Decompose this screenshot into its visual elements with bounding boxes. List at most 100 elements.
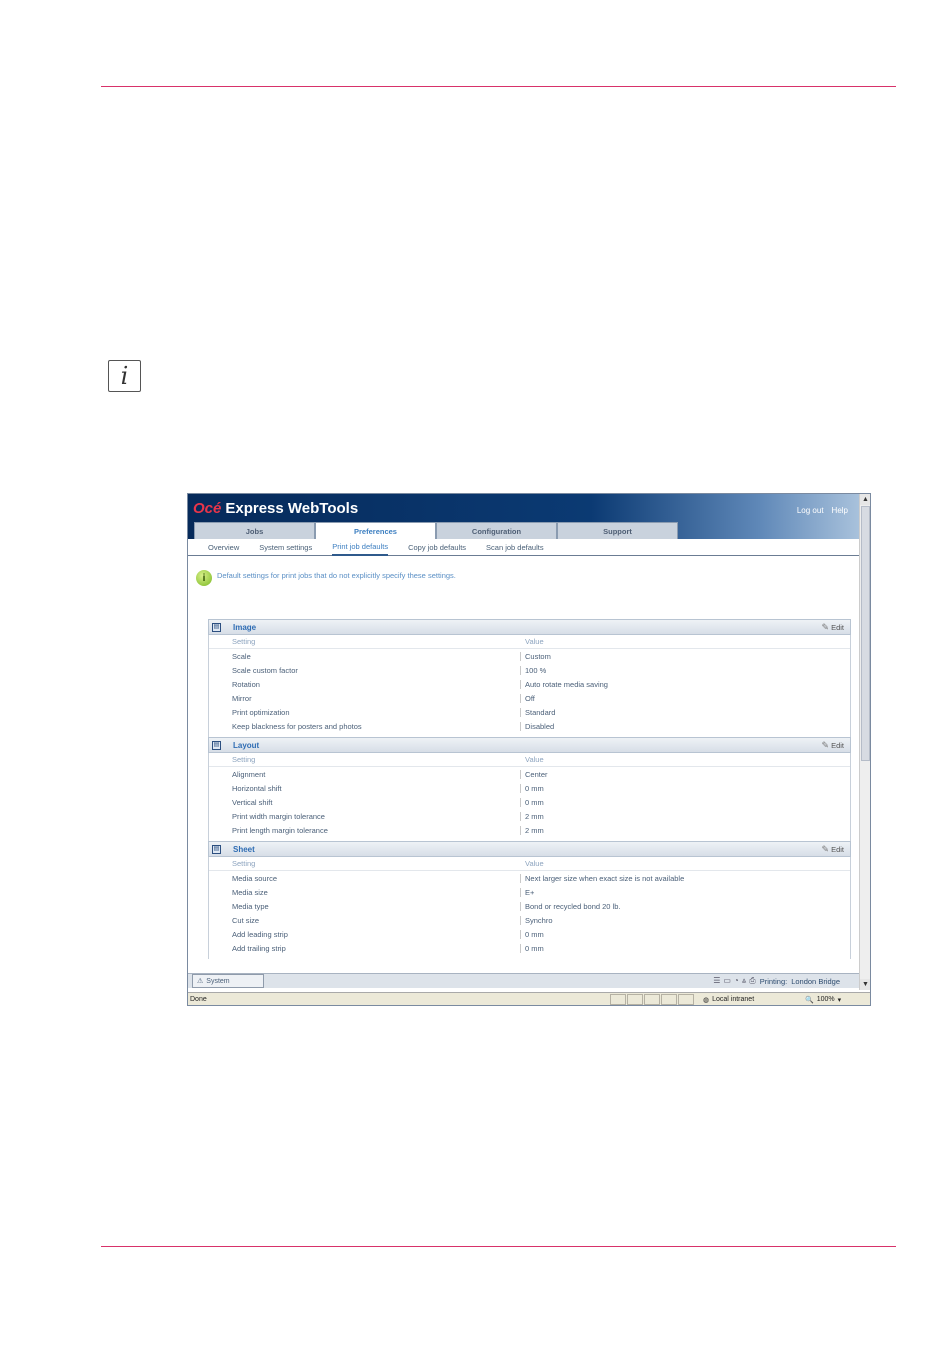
setting-name: Add trailing strip bbox=[232, 943, 286, 953]
edit-label: Edit bbox=[831, 741, 844, 750]
setting-row: Cut size Synchro bbox=[209, 913, 850, 927]
section-header-sheet: ▤ Sheet ✎ Edit bbox=[208, 841, 851, 857]
setting-value: Synchro bbox=[520, 915, 553, 925]
bottom-rule bbox=[101, 1246, 896, 1247]
setting-value: 0 mm bbox=[520, 783, 544, 793]
setting-name: Add leading strip bbox=[232, 929, 288, 939]
edit-button[interactable]: ✎ Edit bbox=[822, 740, 844, 751]
setting-value: E+ bbox=[520, 887, 534, 897]
section-icon: ▤ bbox=[212, 622, 221, 632]
setting-row: Media size E+ bbox=[209, 885, 850, 899]
setting-value: 100 % bbox=[520, 665, 546, 675]
pencil-icon: ✎ bbox=[821, 622, 830, 632]
status-cell bbox=[661, 994, 677, 1005]
status-cell bbox=[627, 994, 643, 1005]
tab-preferences[interactable]: Preferences bbox=[315, 522, 436, 539]
pencil-icon: ✎ bbox=[821, 740, 830, 750]
main-tabs: Jobs Preferences Configuration Support bbox=[194, 522, 678, 539]
logout-link[interactable]: Log out bbox=[797, 506, 824, 515]
setting-name: Print optimization bbox=[232, 707, 290, 717]
setting-name: Print length margin tolerance bbox=[232, 825, 328, 835]
value-column-header: Value bbox=[525, 859, 544, 868]
setting-column-header: Setting bbox=[232, 755, 256, 764]
setting-row: Vertical shift 0 mm bbox=[209, 795, 850, 809]
document-page: i Océ Express WebTools Log out Help Jobs … bbox=[0, 0, 952, 1361]
database-icon: ☰ bbox=[713, 976, 721, 985]
section-body: Setting Value Media source Next larger size… bbox=[208, 857, 851, 959]
setting-row: Print width margin tolerance 2 mm bbox=[209, 809, 850, 823]
scroll-thumb[interactable] bbox=[861, 506, 870, 761]
setting-row: Keep blackness for posters and photos Dis… bbox=[209, 719, 850, 733]
setting-value: 2 mm bbox=[520, 811, 544, 821]
app-title: Express WebTools bbox=[225, 500, 359, 517]
setting-name: Vertical shift bbox=[232, 797, 273, 807]
system-tab[interactable]: ⚠ System bbox=[192, 974, 264, 988]
value-column-header: Value bbox=[525, 637, 544, 646]
note-icon: i bbox=[108, 360, 141, 392]
status-cell bbox=[644, 994, 660, 1005]
webtools-window: Océ Express WebTools Log out Help Jobs Pr… bbox=[187, 493, 871, 1006]
setting-value: 0 mm bbox=[520, 943, 544, 953]
setting-name: Alignment bbox=[232, 769, 266, 779]
setting-name: Rotation bbox=[232, 679, 260, 689]
tray-icon: ▭ bbox=[723, 976, 731, 985]
subnav-scan-job-defaults[interactable]: Scan job defaults bbox=[486, 540, 544, 555]
scroll-down-icon[interactable]: ▼ bbox=[860, 979, 870, 990]
subnav-overview[interactable]: Overview bbox=[208, 540, 239, 555]
printing-status: ☰ ▭ ◔ ⩓ ⎙ Printing: London Bridge bbox=[713, 976, 840, 986]
section-header-layout: ▤ Layout ✎ Edit bbox=[208, 737, 851, 753]
setting-row: Rotation Auto rotate media saving bbox=[209, 677, 850, 691]
setting-value: Auto rotate media saving bbox=[520, 679, 608, 689]
setting-value: Disabled bbox=[520, 721, 554, 731]
info-message: i Default settings for print jobs that d… bbox=[196, 570, 456, 586]
status-bar: ⚠ System ☰ ▭ ◔ ⩓ ⎙ Printing: London Bridg… bbox=[188, 973, 860, 988]
zoom-level: 100% bbox=[816, 996, 835, 1003]
column-header-row: Setting Value bbox=[209, 635, 850, 649]
app-logo: Océ Express WebTools bbox=[193, 500, 358, 517]
zoom-control[interactable]: 🔍 100% ▾ bbox=[805, 996, 841, 1004]
warning-icon: ⚠ bbox=[197, 978, 204, 985]
help-link[interactable]: Help bbox=[832, 506, 848, 515]
system-tab-label: System bbox=[206, 977, 230, 985]
top-links: Log out Help bbox=[797, 506, 848, 515]
status-icons: ☰ ▭ ◔ ⩓ ⎙ bbox=[713, 976, 756, 986]
edit-button[interactable]: ✎ Edit bbox=[822, 844, 844, 855]
setting-value: Off bbox=[520, 693, 535, 703]
setting-name: Mirror bbox=[232, 693, 252, 703]
setting-name: Print width margin tolerance bbox=[232, 811, 325, 821]
tab-configuration[interactable]: Configuration bbox=[436, 522, 557, 539]
zoom-icon: 🔍 bbox=[805, 996, 814, 1004]
setting-value: Custom bbox=[520, 651, 551, 661]
section-icon: ▤ bbox=[212, 844, 221, 854]
app-banner: Océ Express WebTools Log out Help Jobs Pr… bbox=[188, 494, 860, 539]
setting-name: Media size bbox=[232, 887, 268, 897]
setting-row: Media type Bond or recycled bond 20 lb. bbox=[209, 899, 850, 913]
setting-row: Add trailing strip 0 mm bbox=[209, 941, 850, 955]
section-body: Setting Value Scale Custom Scale custom fact… bbox=[208, 635, 851, 737]
section-header-image: ▤ Image ✎ Edit bbox=[208, 619, 851, 635]
tab-jobs[interactable]: Jobs bbox=[194, 522, 315, 539]
globe-icon: ◍ bbox=[703, 996, 710, 1004]
info-text: Default settings for print jobs that do … bbox=[217, 571, 456, 580]
section-title: Image bbox=[233, 622, 257, 632]
tab-support[interactable]: Support bbox=[557, 522, 678, 539]
setting-value: Center bbox=[520, 769, 548, 779]
subnav-print-job-defaults[interactable]: Print job defaults bbox=[332, 539, 389, 556]
value-column-header: Value bbox=[525, 755, 544, 764]
vertical-scrollbar[interactable]: ▲ ▼ bbox=[859, 494, 870, 990]
column-header-row: Setting Value bbox=[209, 753, 850, 767]
browser-done-text: Done bbox=[190, 996, 207, 1003]
brand-name: Océ bbox=[193, 500, 222, 517]
setting-value: Bond or recycled bond 20 lb. bbox=[520, 901, 620, 911]
subnav-copy-job-defaults[interactable]: Copy job defaults bbox=[408, 540, 466, 555]
setting-name: Keep blackness for posters and photos bbox=[232, 721, 362, 731]
edit-button[interactable]: ✎ Edit bbox=[822, 622, 844, 633]
settings-sections: ▤ Image ✎ Edit Setting Value Scale Custom Scale … bbox=[208, 619, 851, 959]
setting-row: Scale Custom bbox=[209, 649, 850, 663]
scroll-up-icon[interactable]: ▲ bbox=[860, 494, 870, 505]
setting-name: Media source bbox=[232, 873, 278, 883]
sub-navigation: Overview System settings Print job defau… bbox=[188, 539, 860, 556]
subnav-system-settings[interactable]: System settings bbox=[259, 540, 312, 555]
edit-label: Edit bbox=[831, 845, 844, 854]
section-title: Sheet bbox=[233, 844, 255, 854]
